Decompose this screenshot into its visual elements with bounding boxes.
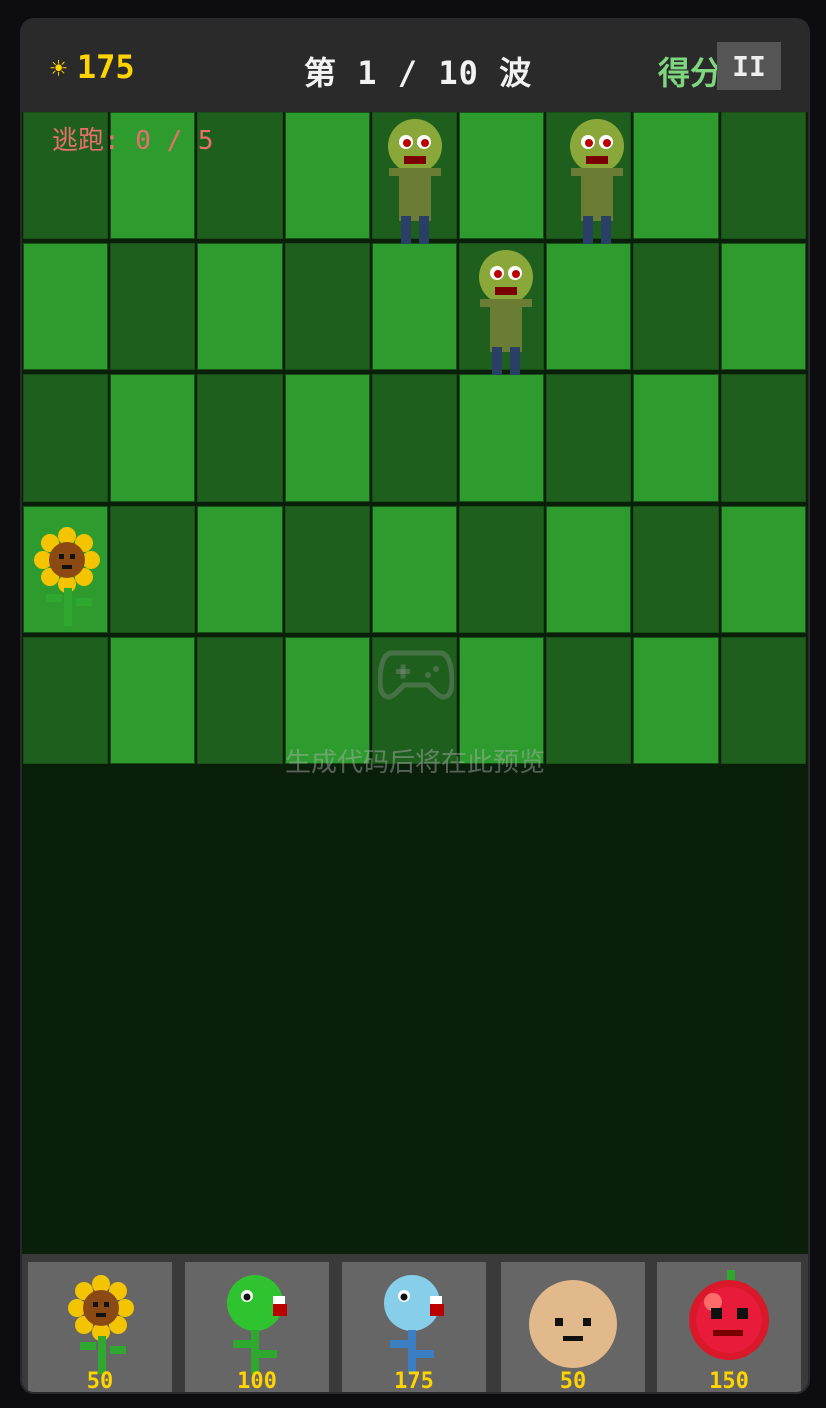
lawn-cell[interactable] — [197, 505, 283, 633]
peashooter-icon — [227, 1275, 287, 1374]
pause-button[interactable]: II — [717, 42, 781, 90]
score-label: 得分 — [658, 54, 723, 92]
zombie — [388, 119, 442, 244]
lawn-cell[interactable] — [197, 243, 283, 371]
top-bar: ☀ 175 第 1 / 10 波 得分 II — [22, 20, 808, 112]
sun-counter: ☀ 175 — [50, 48, 135, 86]
lawn-cell[interactable] — [459, 505, 545, 633]
card-cost: 100 — [237, 1369, 277, 1394]
lawn-cell[interactable] — [633, 374, 719, 502]
shop-card-peashooter[interactable]: 100 — [185, 1262, 329, 1392]
card-cost: 150 — [709, 1369, 749, 1394]
sun-icon: ☀ — [50, 52, 67, 85]
lawn-cell[interactable] — [23, 374, 109, 502]
lawn-cell[interactable] — [371, 374, 457, 502]
preview-placeholder: 生成代码后将在此预览 — [284, 748, 545, 778]
lawn-cell[interactable] — [110, 505, 196, 633]
lawn-cell[interactable] — [459, 374, 545, 502]
lawn-cell[interactable] — [284, 243, 370, 371]
sun-value: 175 — [76, 48, 135, 86]
lawn-cell[interactable] — [459, 112, 545, 240]
card-cost: 175 — [394, 1369, 434, 1394]
zombie — [570, 119, 624, 244]
lawn-cell[interactable] — [633, 505, 719, 633]
lawn-cell[interactable] — [720, 243, 806, 371]
wave-indicator: 第 1 / 10 波 — [304, 54, 533, 92]
card-cost: 50 — [86, 1369, 114, 1394]
lawn-cell[interactable] — [110, 374, 196, 502]
zombie — [479, 250, 533, 375]
lawn-cell[interactable] — [110, 243, 196, 371]
sunflower-icon — [68, 1275, 134, 1374]
shop-card-wall-nut[interactable]: 50 — [501, 1262, 645, 1392]
lawn-cell[interactable] — [371, 243, 457, 371]
shop-card-snow-pea[interactable]: 175 — [342, 1262, 486, 1392]
game-frame: ☀ 175 第 1 / 10 波 得分 II 逃跑: 0 / 5 生成代码后将在… — [20, 18, 810, 1394]
lawn-cell[interactable] — [633, 112, 719, 240]
cherry-bomb-icon — [689, 1270, 769, 1360]
lawn-cell[interactable] — [546, 505, 632, 633]
lawn-cell[interactable] — [546, 243, 632, 371]
lawn-cell[interactable] — [23, 243, 109, 371]
shop-card-cherry-bomb[interactable]: 150 — [657, 1262, 801, 1392]
lawn-cell[interactable] — [371, 505, 457, 633]
snow-pea-icon — [384, 1275, 444, 1374]
lawn-cell[interactable] — [720, 112, 806, 240]
card-cost: 50 — [559, 1369, 587, 1394]
lawn-cell[interactable] — [720, 505, 806, 633]
lawn-cell[interactable] — [284, 505, 370, 633]
lawn-cell[interactable] — [284, 112, 370, 240]
lawn-cell[interactable] — [284, 374, 370, 502]
escape-counter: 逃跑: 0 / 5 — [52, 126, 214, 156]
wall-nut-icon — [529, 1280, 617, 1368]
lawn-cell[interactable] — [633, 243, 719, 371]
lawn-cell[interactable] — [197, 374, 283, 502]
plant-shop: 50 100 175 50 150 — [22, 1254, 808, 1392]
shop-card-sunflower[interactable]: 50 — [28, 1262, 172, 1392]
gamepad-icon — [378, 650, 454, 700]
lawn-cell[interactable] — [546, 374, 632, 502]
lawn-cell[interactable] — [720, 374, 806, 502]
sunflower-plant[interactable] — [32, 526, 102, 626]
